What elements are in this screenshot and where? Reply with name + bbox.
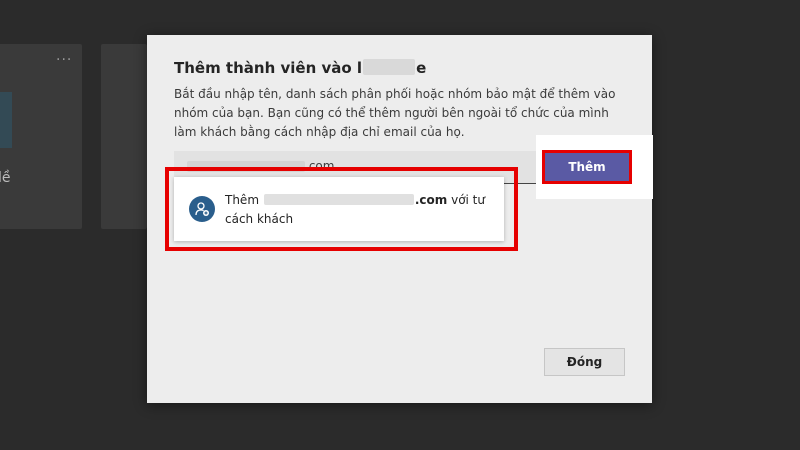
guest-suggestion-item[interactable]: Thêm .com với tư cách khách [174,177,504,241]
add-guest-icon [189,196,215,222]
more-options-icon: ··· [56,52,73,68]
background-card [0,44,82,229]
close-button[interactable]: Đóng [544,348,625,376]
add-members-dialog: Thêm thành viên vào le Bắt đầu nhập tên,… [147,35,653,403]
background-accent [0,92,12,148]
redacted-email [263,194,414,205]
dialog-title: Thêm thành viên vào le [174,59,427,77]
background-card [101,44,147,229]
dialog-description: Bắt đầu nhập tên, danh sách phân phối ho… [174,87,616,139]
suggestion-label: Thêm .com với tư cách khách [225,193,485,226]
background-text: lề [0,170,11,186]
redacted-team-name [363,59,416,75]
add-button[interactable]: Thêm [542,150,632,184]
